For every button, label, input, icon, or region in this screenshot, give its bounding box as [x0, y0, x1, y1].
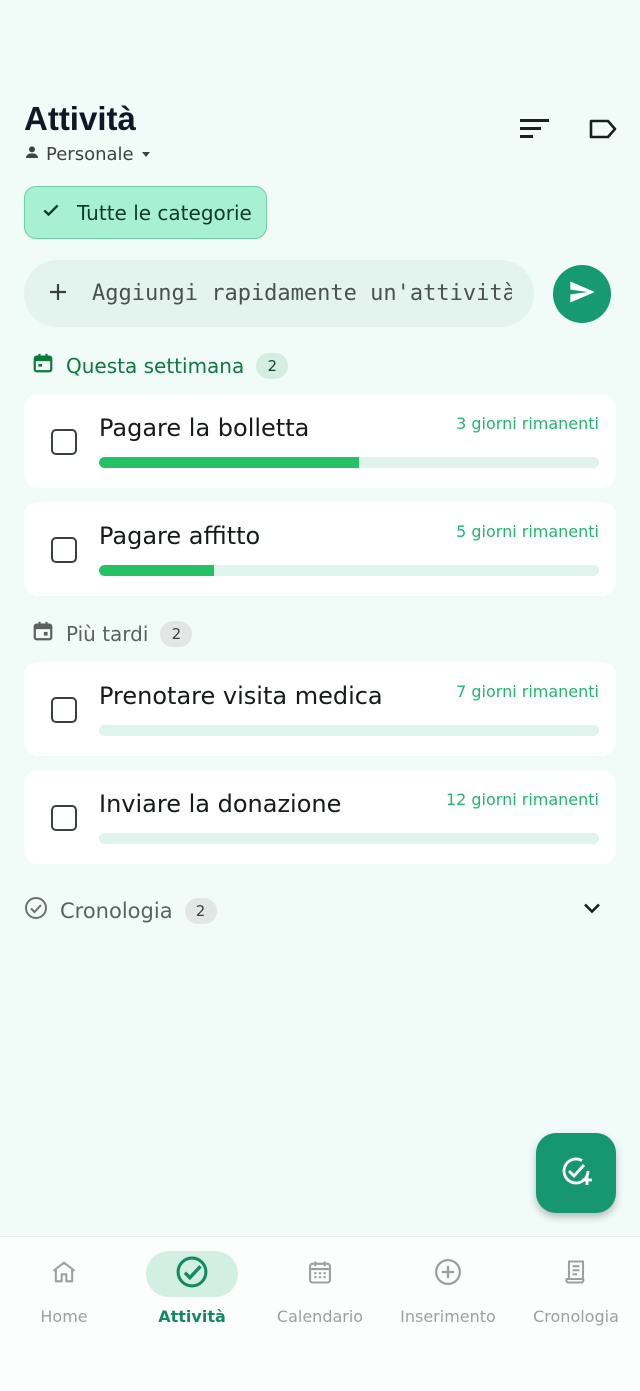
nav-calendar[interactable]: Calendario — [256, 1251, 384, 1341]
task-progress-bar — [99, 833, 599, 844]
task-checkbox[interactable] — [51, 697, 77, 723]
task-card[interactable]: Pagare affitto 5 giorni rimanenti — [24, 502, 616, 596]
quick-add-field[interactable] — [24, 260, 534, 327]
calendar-icon — [306, 1258, 334, 1290]
calendar-icon — [32, 352, 54, 379]
check-icon — [41, 200, 61, 225]
count-badge: 2 — [160, 620, 193, 647]
task-progress-fill — [99, 565, 214, 576]
count-badge: 2 — [256, 352, 289, 379]
section-title: Più tardi — [66, 621, 149, 646]
task-title: Prenotare visita medica — [99, 682, 383, 710]
send-button[interactable] — [553, 265, 611, 323]
plus-circle-icon — [433, 1257, 463, 1291]
bottom-navigation: Home Attività Calendario Inserimento Cro… — [0, 1236, 640, 1391]
chevron-down-icon[interactable] — [580, 896, 604, 925]
count-badge: 2 — [184, 897, 217, 924]
task-checkbox[interactable] — [51, 429, 77, 455]
category-filter-chip[interactable]: Tutte le categorie — [24, 186, 267, 239]
task-checkbox[interactable] — [51, 537, 77, 563]
nav-history[interactable]: Cronologia — [512, 1251, 640, 1341]
task-progress-bar — [99, 457, 599, 468]
history-section-toggle[interactable]: Cronologia 2 — [24, 896, 604, 925]
nav-tasks[interactable]: Attività — [128, 1251, 256, 1341]
task-title: Inviare la donazione — [99, 790, 342, 818]
task-checkbox[interactable] — [51, 805, 77, 831]
task-title: Pagare affitto — [99, 522, 261, 550]
nav-insert[interactable]: Inserimento — [384, 1251, 512, 1341]
plus-icon — [48, 282, 68, 306]
profile-selector[interactable]: Personale — [24, 144, 152, 165]
caret-down-icon — [140, 144, 152, 165]
check-circle-outline-icon — [24, 896, 48, 925]
profile-label: Personale — [46, 144, 134, 165]
sort-icon — [520, 118, 550, 144]
calendar-event-icon — [32, 620, 54, 647]
section-this-week: Questa settimana 2 — [32, 352, 289, 379]
task-progress-bar — [99, 565, 599, 576]
sort-button[interactable] — [518, 116, 552, 146]
add-task-icon — [558, 1153, 594, 1193]
task-remaining: 12 giorni rimanenti — [445, 790, 599, 809]
task-card[interactable]: Prenotare visita medica 7 giorni rimanen… — [24, 662, 616, 756]
nav-home[interactable]: Home — [0, 1251, 128, 1341]
task-card[interactable]: Inviare la donazione 12 giorni rimanenti — [24, 770, 616, 864]
nav-label: Calendario — [276, 1307, 364, 1326]
chip-label: Tutte le categorie — [77, 200, 252, 225]
person-icon — [24, 144, 40, 165]
page-title: Attività — [24, 100, 136, 137]
task-remaining: 7 giorni rimanenti — [456, 682, 599, 701]
receipt-icon — [562, 1258, 590, 1290]
add-task-fab[interactable] — [536, 1133, 616, 1213]
quick-add-input[interactable] — [92, 281, 512, 306]
check-circle-icon — [175, 1255, 209, 1293]
nav-label: Home — [40, 1307, 88, 1326]
section-title: Cronologia — [60, 898, 173, 923]
task-progress-fill — [99, 457, 359, 468]
task-remaining: 3 giorni rimanenti — [456, 414, 599, 433]
task-remaining: 5 giorni rimanenti — [456, 522, 599, 541]
section-title: Questa settimana — [66, 353, 245, 378]
send-icon — [568, 278, 596, 310]
section-later: Più tardi 2 — [32, 620, 193, 647]
task-title: Pagare la bolletta — [99, 414, 310, 442]
nav-label: Cronologia — [533, 1307, 619, 1326]
label-icon — [588, 118, 618, 144]
task-card[interactable]: Pagare la bolletta 3 giorni rimanenti — [24, 394, 616, 488]
nav-label: Attività — [158, 1307, 226, 1326]
label-button[interactable] — [586, 116, 620, 146]
home-icon — [50, 1258, 78, 1290]
nav-label: Inserimento — [400, 1307, 496, 1326]
task-progress-bar — [99, 725, 599, 736]
